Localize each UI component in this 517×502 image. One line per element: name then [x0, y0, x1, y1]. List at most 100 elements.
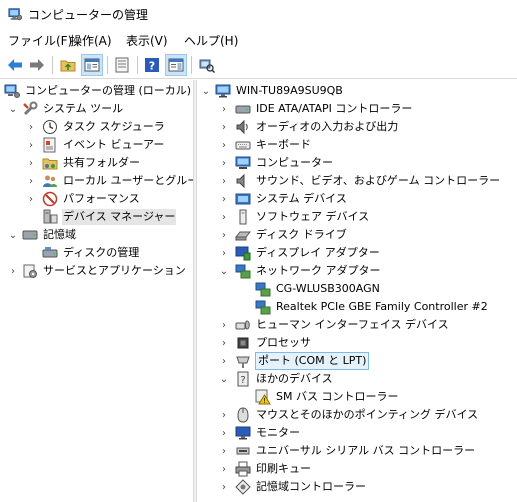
help-icon: ?	[145, 58, 159, 73]
chevron-right-icon[interactable]: ›	[219, 190, 229, 208]
menu-file[interactable]: ファイル(F)	[8, 32, 72, 49]
chevron-right-icon[interactable]: ›	[219, 334, 229, 352]
monitor-icon	[235, 426, 251, 440]
chevron-right-icon[interactable]: ›	[26, 172, 36, 190]
warning-device-icon: !	[255, 389, 271, 405]
tree-item-performance[interactable]: パフォーマンス	[42, 190, 141, 208]
chevron-down-icon[interactable]: ⌄	[8, 226, 18, 244]
tree-item-event-viewer[interactable]: イベント ビューアー	[42, 136, 165, 154]
device-category-label: モニター	[256, 426, 300, 439]
svg-text:!: !	[263, 397, 266, 405]
processor-icon	[237, 337, 249, 349]
tree-item-task-scheduler[interactable]: タスク スケジューラ	[42, 118, 166, 136]
device-category[interactable]: オーディオの入力および出力	[235, 118, 399, 136]
chevron-down-icon[interactable]: ⌄	[201, 82, 211, 100]
device-category-label: ディスプレイ アダプター	[256, 246, 380, 259]
properties-button[interactable]	[111, 54, 133, 76]
device-category[interactable]: ディスプレイ アダプター	[235, 244, 381, 262]
device-category-selected[interactable]: ポート (COM と LPT)	[235, 352, 370, 370]
device-category[interactable]: モニター	[235, 424, 301, 442]
device-category[interactable]: ディスク ドライブ	[235, 226, 348, 244]
tree-item-storage[interactable]: 記憶域	[22, 226, 77, 244]
device-category-label: 印刷キュー	[256, 462, 311, 475]
device-category-label: マウスとそのほかのポインティング デバイス	[256, 408, 479, 421]
device-category[interactable]: IDE ATA/ATAPI コントローラー	[235, 100, 413, 118]
chevron-right-icon[interactable]: ›	[26, 190, 36, 208]
action-pane-button[interactable]	[165, 54, 187, 76]
chevron-down-icon[interactable]: ⌄	[219, 370, 229, 388]
device-category[interactable]: プロセッサ	[235, 334, 312, 352]
chevron-down-icon[interactable]: ⌄	[219, 262, 229, 280]
toolbar-separator	[52, 56, 53, 74]
tree-item-label: 共有フォルダー	[63, 156, 140, 169]
device-category[interactable]: ソフトウェア デバイス	[235, 208, 370, 226]
device-category[interactable]: ? ほかのデバイス	[235, 370, 334, 388]
device-category[interactable]: コンピューター	[235, 154, 334, 172]
tree-item-label: イベント ビューアー	[63, 138, 165, 151]
menu-view[interactable]: 表示(V)	[126, 32, 168, 49]
scan-hardware-button[interactable]	[196, 54, 218, 76]
chevron-down-icon[interactable]: ⌄	[8, 100, 18, 118]
up-button[interactable]	[57, 54, 79, 76]
device-category-label: ネットワーク アダプター	[256, 264, 381, 277]
chevron-right-icon[interactable]: ›	[219, 244, 229, 262]
back-button[interactable]	[4, 54, 26, 76]
device-category[interactable]: ネットワーク アダプター	[235, 262, 382, 280]
help-button[interactable]: ?	[141, 54, 163, 76]
device-category[interactable]: サウンド、ビデオ、およびゲーム コントローラー	[235, 172, 501, 190]
tree-item-shared-folders[interactable]: 共有フォルダー	[42, 154, 141, 172]
device-item[interactable]: ! SM バス コントローラー	[255, 388, 399, 406]
tree-item-label: ローカル ユーザーとグループ	[63, 174, 193, 187]
device-category[interactable]: ヒューマン インターフェイス デバイス	[235, 316, 450, 334]
menu-help[interactable]: ヘルプ(H)	[184, 32, 238, 49]
chevron-right-icon[interactable]: ›	[219, 424, 229, 442]
speaker-icon	[236, 173, 245, 189]
show-hide-tree-button[interactable]	[81, 54, 103, 76]
chevron-right-icon[interactable]: ›	[219, 406, 229, 424]
menu-action[interactable]: 操作(A)	[70, 32, 112, 49]
tree-item-local-users-groups[interactable]: ローカル ユーザーとグループ	[42, 172, 193, 190]
up-folder-icon	[60, 60, 76, 72]
usb-controller-icon	[236, 447, 250, 455]
chevron-right-icon[interactable]: ›	[26, 154, 36, 172]
device-category[interactable]: キーボード	[235, 136, 312, 154]
chevron-right-icon[interactable]: ›	[26, 118, 36, 136]
chevron-right-icon[interactable]: ›	[219, 172, 229, 190]
tree-root-computer-management[interactable]: コンピューターの管理 (ローカル)	[4, 82, 192, 100]
chevron-right-icon[interactable]: ›	[219, 100, 229, 118]
tree-item-services-applications[interactable]: サービスとアプリケーション	[22, 262, 187, 280]
tree-item-device-manager[interactable]: デバイス マネージャー	[42, 208, 177, 226]
tree-item-disk-management[interactable]: ディスクの管理	[42, 244, 140, 262]
chevron-right-icon[interactable]: ›	[219, 154, 229, 172]
chevron-right-icon[interactable]: ›	[219, 208, 229, 226]
storage-controller-icon	[235, 479, 251, 495]
chevron-right-icon[interactable]: ›	[219, 478, 229, 496]
chevron-right-icon[interactable]: ›	[219, 316, 229, 334]
tree-item-label: デバイス マネージャー	[62, 209, 177, 225]
device-root-computer[interactable]: WIN-TU89A9SU9QB	[215, 82, 344, 100]
chevron-right-icon[interactable]: ›	[219, 136, 229, 154]
device-category[interactable]: マウスとそのほかのポインティング デバイス	[235, 406, 479, 424]
chevron-right-icon[interactable]: ›	[8, 262, 18, 280]
chevron-right-icon[interactable]: ›	[219, 460, 229, 478]
device-category[interactable]: システム デバイス	[235, 190, 348, 208]
users-icon	[43, 175, 57, 187]
keyboard-icon	[235, 141, 251, 150]
toolbar-separator	[191, 56, 192, 74]
computer-management-icon	[8, 8, 22, 21]
device-category-label: ディスク ドライブ	[256, 228, 347, 241]
device-item[interactable]: Realtek PCIe GBE Family Controller #2	[255, 298, 489, 316]
chevron-right-icon[interactable]: ›	[219, 352, 229, 370]
ide-controller-icon	[235, 105, 251, 114]
forward-button[interactable]	[26, 54, 48, 76]
chevron-right-icon[interactable]: ›	[219, 442, 229, 460]
chevron-right-icon[interactable]: ›	[219, 226, 229, 244]
device-item[interactable]: CG-WLUSB300AGN	[255, 280, 381, 298]
tree-item-system-tools[interactable]: システム ツール	[22, 100, 124, 118]
forward-icon	[30, 59, 44, 71]
device-category[interactable]: 記憶域コントローラー	[235, 478, 367, 496]
chevron-right-icon[interactable]: ›	[219, 118, 229, 136]
chevron-right-icon[interactable]: ›	[26, 136, 36, 154]
device-category[interactable]: ユニバーサル シリアル バス コントローラー	[235, 442, 476, 460]
device-category[interactable]: 印刷キュー	[235, 460, 312, 478]
